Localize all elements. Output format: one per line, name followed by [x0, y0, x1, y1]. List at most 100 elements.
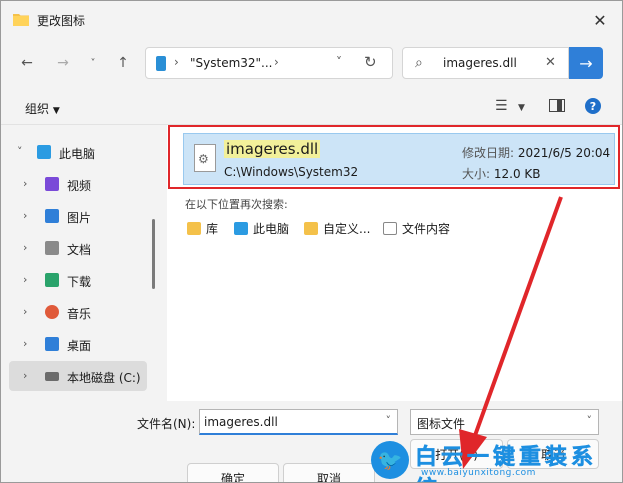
title-bar: 更改图标 ✕ [1, 1, 622, 39]
sidebar-item-desktop[interactable]: › 桌面 [9, 329, 147, 359]
sidebar-item-downloads[interactable]: › 下载 [9, 265, 147, 295]
recent-locations-button[interactable]: ˅ [81, 51, 105, 75]
arrow-up-icon: ↑ [117, 55, 129, 71]
desktop-icon [45, 337, 59, 351]
document-icon [383, 222, 397, 235]
arrow-right-icon: → [579, 53, 593, 73]
help-button[interactable]: ? [585, 98, 601, 114]
clear-search-icon[interactable]: ✕ [545, 55, 556, 70]
folder-icon [304, 222, 318, 235]
cancel-button-label: 取消 [316, 471, 341, 483]
library-icon [187, 222, 201, 235]
search-location-libraries[interactable]: 库 [187, 220, 218, 237]
filetype-select[interactable]: 图标文件 ˅ [410, 409, 599, 435]
sidebar-item-pictures[interactable]: › 图片 [9, 201, 147, 231]
cancel-button-secondary[interactable]: 取消 [283, 463, 375, 483]
drive-icon [156, 56, 166, 71]
arrow-left-icon: ← [21, 55, 33, 71]
up-button[interactable]: ↑ [111, 51, 135, 75]
pictures-icon [45, 209, 59, 223]
chevron-right-icon[interactable]: › [23, 241, 27, 254]
search-again-title: 在以下位置再次搜索: [185, 198, 288, 211]
arrow-right-icon: → [57, 55, 69, 71]
chevron-down-icon: ˅ [90, 57, 96, 69]
sidebar-scrollbar[interactable] [152, 219, 155, 289]
filename-input[interactable]: imageres.dll ˅ [199, 409, 398, 435]
sidebar-item-local-disk-c[interactable]: › 本地磁盘 (C:) [9, 361, 147, 391]
pc-icon [37, 145, 51, 159]
sidebar-item-label: 下载 [67, 275, 92, 289]
location-label: 文件内容 [402, 222, 451, 236]
filetype-value: 图标文件 [417, 417, 466, 431]
navigation-pane: ˅ 此电脑 › 视频 › 图片 › 文档 › 下载 › 音乐 › 桌面 › 本地… [1, 125, 163, 401]
documents-icon [45, 241, 59, 255]
forward-button[interactable]: → [51, 51, 75, 75]
sidebar-item-label: 桌面 [67, 339, 92, 353]
chevron-right-icon[interactable]: › [23, 305, 27, 318]
chevron-right-icon[interactable]: › [23, 369, 27, 382]
sidebar-item-videos[interactable]: › 视频 [9, 169, 147, 199]
address-bar[interactable]: › "System32"... › ˅ ↻ [145, 47, 393, 79]
location-label: 库 [206, 222, 219, 236]
change-icon-dialog: 更改图标 ✕ ← → ˅ ↑ › "System32"... › ˅ ↻ ⌕ i… [0, 0, 623, 483]
filename-value[interactable]: imageres.dll [204, 415, 278, 429]
breadcrumb-chevron-icon: › [174, 55, 179, 69]
preview-pane-button[interactable] [549, 99, 565, 112]
location-label: 自定义... [323, 222, 371, 236]
highlight-box [168, 125, 620, 189]
address-dropdown-icon[interactable]: ˅ [336, 55, 342, 69]
caret-down-icon: ▼ [518, 103, 525, 113]
location-label: 此电脑 [253, 222, 290, 236]
refresh-icon[interactable]: ↻ [364, 53, 377, 71]
ok-button-label: 确定 [220, 471, 245, 483]
sidebar-item-music[interactable]: › 音乐 [9, 297, 147, 327]
sidebar-item-label: 视频 [67, 179, 92, 193]
sidebar-item-this-pc[interactable]: ˅ 此电脑 [9, 137, 147, 167]
window-title: 更改图标 [37, 14, 86, 28]
breadcrumb-chevron-icon[interactable]: › [274, 55, 279, 69]
address-path[interactable]: "System32"... [190, 56, 273, 70]
navigation-bar: ← → ˅ ↑ › "System32"... › ˅ ↻ ⌕ imageres… [1, 39, 622, 89]
downloads-icon [45, 273, 59, 287]
chevron-down-icon: ˅ [586, 414, 593, 427]
chevron-down-icon[interactable]: ˅ [386, 414, 392, 427]
organize-label: 组织 [25, 102, 50, 116]
toolbar: 组织 ▼ ☰ ▼ ? [1, 89, 622, 125]
sidebar-item-label: 此电脑 [59, 147, 96, 161]
view-options-button[interactable]: ☰ ▼ [495, 98, 525, 114]
search-location-custom[interactable]: 自定义... [304, 220, 370, 237]
close-button[interactable]: ✕ [582, 5, 618, 35]
ok-button[interactable]: 确定 [187, 463, 279, 483]
search-input[interactable]: imageres.dll [443, 56, 517, 70]
search-icon: ⌕ [415, 55, 423, 71]
search-go-button[interactable]: → [569, 47, 603, 79]
sidebar-item-label: 文档 [67, 243, 92, 257]
pc-icon [234, 222, 248, 235]
video-icon [45, 177, 59, 191]
organize-menu[interactable]: 组织 ▼ [25, 100, 60, 117]
sidebar-item-label: 音乐 [67, 307, 92, 321]
chevron-right-icon[interactable]: › [23, 337, 27, 350]
back-button[interactable]: ← [15, 51, 39, 75]
sidebar-item-label: 本地磁盘 (C:) [67, 371, 141, 385]
search-box[interactable]: ⌕ imageres.dll ✕ [402, 47, 569, 79]
chevron-right-icon[interactable]: › [23, 209, 27, 222]
folder-icon [13, 14, 29, 26]
drive-icon [45, 372, 59, 381]
watermark: 🐦 白云一键重装系统 www.baiyunxitong.com [371, 441, 615, 482]
details-view-icon: ☰ [495, 98, 508, 114]
sidebar-item-label: 图片 [67, 211, 92, 225]
filename-label: 文件名(N): [137, 417, 196, 431]
chevron-right-icon[interactable]: › [23, 177, 27, 190]
caret-down-icon: ▼ [52, 106, 60, 116]
help-icon: ? [589, 99, 597, 113]
sidebar-item-documents[interactable]: › 文档 [9, 233, 147, 263]
chevron-right-icon[interactable]: › [23, 273, 27, 286]
search-location-this-pc[interactable]: 此电脑 [234, 220, 289, 237]
music-icon [45, 305, 59, 319]
close-icon: ✕ [593, 10, 607, 30]
chevron-down-icon[interactable]: ˅ [17, 145, 23, 158]
bird-logo-icon: 🐦 [371, 441, 409, 479]
search-location-file-contents[interactable]: 文件内容 [383, 220, 450, 237]
watermark-url: www.baiyunxitong.com [421, 468, 536, 478]
